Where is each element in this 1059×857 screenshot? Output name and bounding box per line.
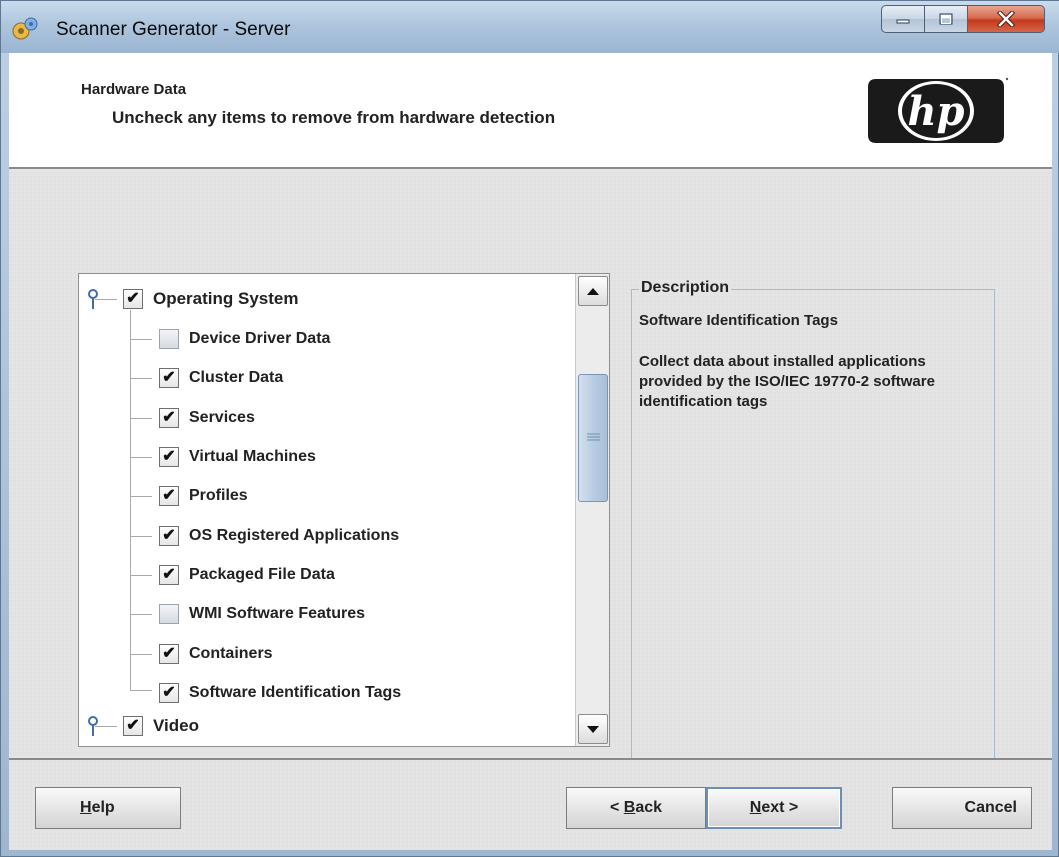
tree-item-wmi-software-features[interactable]: WMI Software Features (159, 600, 365, 628)
wizard-body: ✔ Operating System Device Driver Data ✔ … (9, 171, 1052, 761)
tree-item-label: Video (153, 716, 199, 735)
checkbox[interactable]: ✔ (159, 565, 179, 585)
checkbox[interactable]: ✔ (123, 716, 143, 736)
tree-item-label: Packaged File Data (189, 566, 335, 583)
tree-item-packaged-file-data[interactable]: ✔ Packaged File Data (159, 561, 335, 589)
tree-connector-line (130, 378, 152, 379)
checkbox[interactable]: ✔ (123, 289, 143, 309)
tree-connector-line (130, 536, 152, 537)
tree-connector-line (95, 299, 117, 300)
tree-item-virtual-machines[interactable]: ✔ Virtual Machines (159, 443, 316, 471)
tree-vertical-scrollbar[interactable] (575, 274, 609, 746)
tree-connector-line (130, 418, 152, 419)
title-bar[interactable]: Scanner Generator - Server (1, 1, 1059, 53)
scanner-generator-app-icon (12, 17, 38, 40)
tree-item-device-driver-data[interactable]: Device Driver Data (159, 325, 330, 353)
scroll-down-button[interactable] (578, 714, 608, 744)
arrow-up-icon (587, 287, 599, 295)
close-button[interactable] (967, 5, 1045, 33)
tree-item-containers[interactable]: ✔ Containers (159, 640, 273, 668)
tree-item-profiles[interactable]: ✔ Profiles (159, 482, 248, 510)
tree-branch-line (130, 310, 131, 690)
help-label-rest: elp (91, 799, 115, 816)
arrow-down-icon (587, 725, 599, 733)
page-subtitle: Uncheck any items to remove from hardwar… (112, 108, 556, 127)
checkbox[interactable]: ✔ (159, 486, 179, 506)
tree-item-services[interactable]: ✔ Services (159, 404, 255, 432)
back-mnemonic: B (623, 799, 636, 816)
hp-logo: hp (868, 77, 1009, 143)
tree-item-label: Operating System (153, 289, 299, 308)
checkbox[interactable]: ✔ (159, 683, 179, 703)
tree-item-label: WMI Software Features (189, 605, 366, 622)
description-legend: Description (639, 279, 732, 297)
tree-connector-line (130, 575, 152, 576)
checkbox[interactable]: ✔ (159, 447, 179, 467)
back-button[interactable]: < Back (566, 787, 706, 829)
back-label-prefix: < (609, 799, 624, 816)
next-label-rest: ext > (761, 799, 799, 816)
tree-item-label: Cluster Data (189, 369, 284, 386)
tree-connector-line (130, 690, 152, 691)
checkbox[interactable]: ✔ (159, 644, 179, 664)
tree-connector-line (130, 496, 152, 497)
maximize-button[interactable] (924, 5, 968, 33)
hardware-tree[interactable]: ✔ Operating System Device Driver Data ✔ … (79, 274, 574, 746)
tree-item-software-identification-tags[interactable]: ✔ Software Identification Tags (159, 679, 401, 707)
description-title: Software Identification Tags (639, 312, 838, 329)
grip-icon (587, 433, 600, 441)
tree-connector-line (130, 654, 152, 655)
page-title: Hardware Data (81, 81, 187, 98)
wizard-header: Hardware Data Uncheck any items to remov… (9, 53, 1052, 169)
close-icon (997, 11, 1015, 27)
next-mnemonic: N (749, 799, 762, 816)
wizard-footer: Help < Back Next > Cancel (9, 758, 1052, 850)
tree-connector-line (130, 339, 152, 340)
hp-logo-text: hp (907, 88, 964, 135)
cancel-button[interactable]: Cancel (892, 787, 1032, 829)
tree-item-label: Virtual Machines (189, 448, 316, 465)
tree-item-operating-system[interactable]: ✔ Operating System (123, 285, 299, 313)
tree-item-os-registered-applications[interactable]: ✔ OS Registered Applications (159, 522, 399, 550)
help-mnemonic: H (80, 799, 92, 816)
scroll-up-button[interactable] (578, 276, 608, 306)
description-text: Collect data about installed application… (639, 353, 935, 410)
tree-item-label: Device Driver Data (189, 330, 331, 347)
hardware-tree-panel[interactable]: ✔ Operating System Device Driver Data ✔ … (78, 273, 610, 747)
minimize-icon (896, 19, 910, 24)
maximize-icon (939, 13, 953, 25)
minimize-button[interactable] (881, 5, 925, 33)
back-label-rest: ack (635, 799, 663, 816)
tree-connector-line (130, 614, 152, 615)
tree-item-video[interactable]: ✔ Video (123, 712, 199, 740)
dialog-client-area: Hardware Data Uncheck any items to remov… (9, 53, 1052, 850)
tree-item-label: Software Identification Tags (189, 684, 402, 701)
tree-connector-line (95, 726, 117, 727)
tree-item-label: Services (189, 409, 255, 426)
checkbox[interactable]: ✔ (159, 526, 179, 546)
checkbox[interactable]: ✔ (159, 368, 179, 388)
description-panel: Description Software Identification Tags… (631, 279, 995, 761)
window-title: Scanner Generator - Server (56, 19, 291, 40)
checkbox[interactable]: ✔ (159, 408, 179, 428)
help-button[interactable]: Help (35, 787, 181, 829)
next-button[interactable]: Next > (706, 787, 842, 829)
tree-connector-line (130, 457, 152, 458)
tree-item-label: Profiles (189, 487, 248, 504)
scroll-thumb[interactable] (578, 374, 608, 502)
tree-item-label: Containers (189, 645, 273, 662)
checkbox[interactable] (159, 329, 179, 349)
tree-item-label: OS Registered Applications (189, 527, 400, 544)
tree-item-cluster-data[interactable]: ✔ Cluster Data (159, 364, 283, 392)
checkbox[interactable] (159, 604, 179, 624)
application-window: Scanner Generator - Server Hardware Data… (0, 0, 1059, 857)
